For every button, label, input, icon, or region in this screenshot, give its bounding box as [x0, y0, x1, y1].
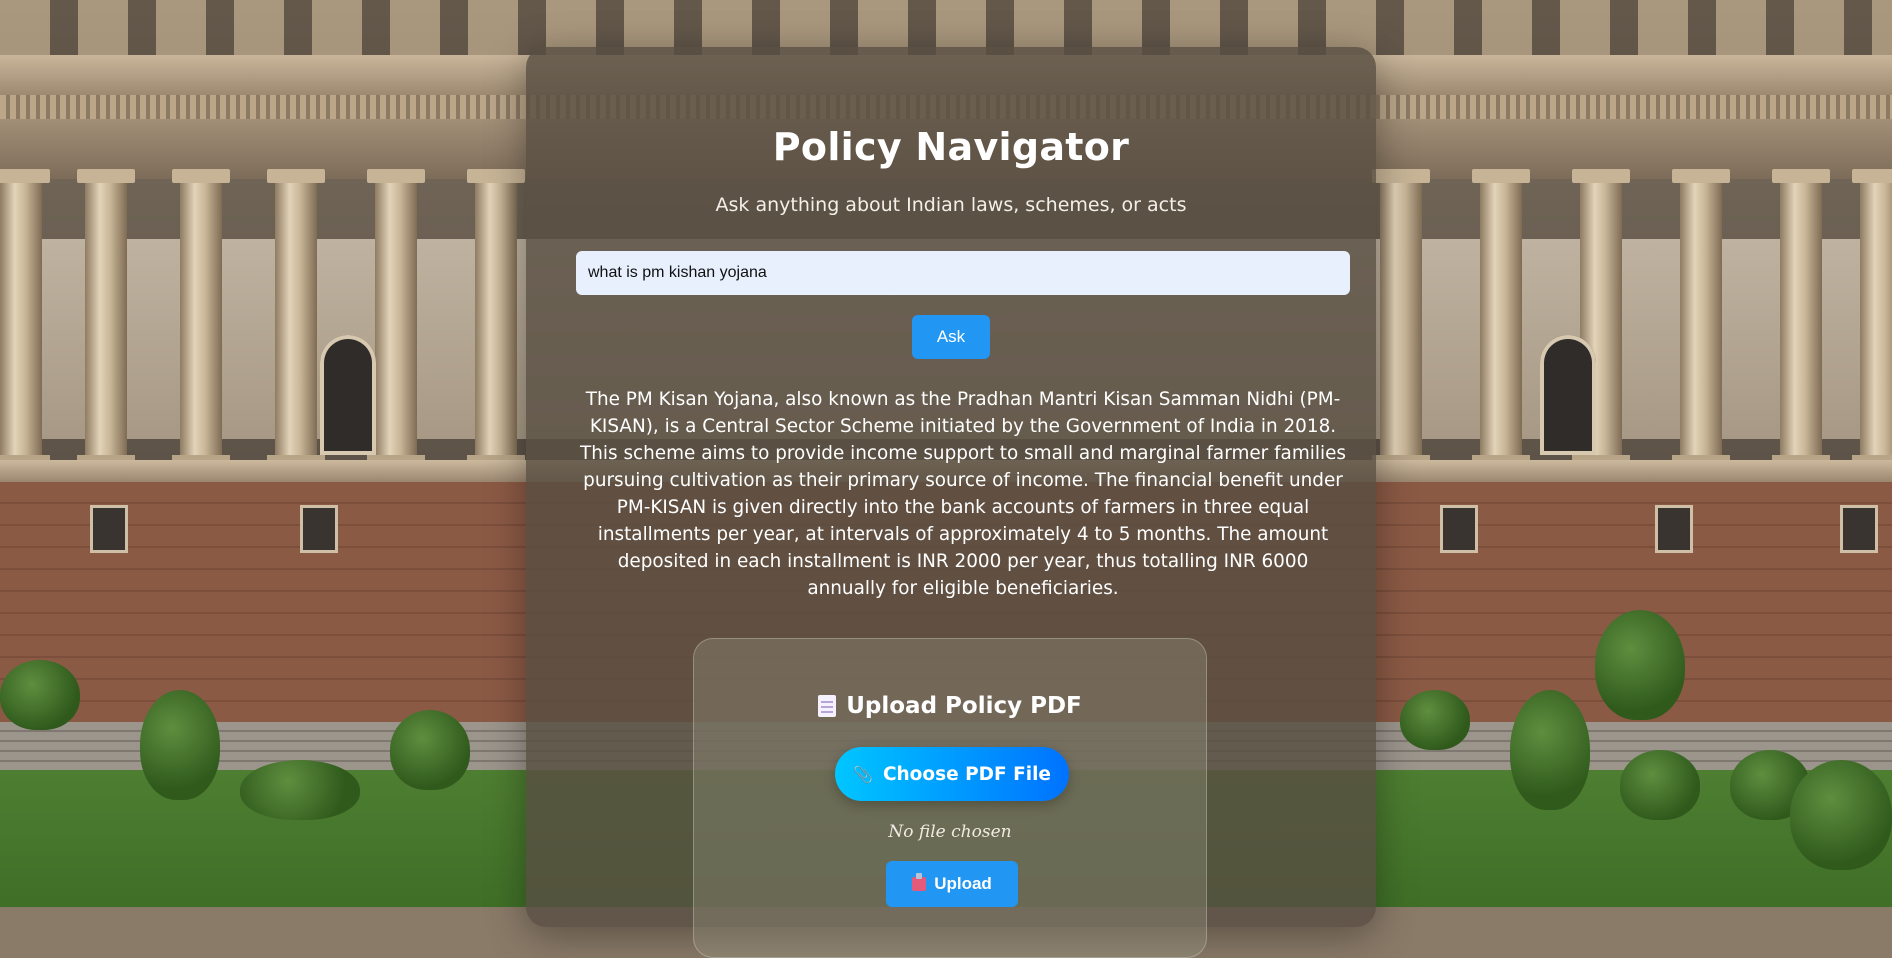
file-status-text: No file chosen — [888, 822, 1012, 842]
paperclip-icon: 📎 — [853, 764, 873, 784]
main-panel: Policy Navigator Ask anything about Indi… — [526, 47, 1376, 958]
question-input[interactable] — [576, 251, 1350, 295]
choose-pdf-button[interactable]: 📎 Choose PDF File — [835, 747, 1069, 801]
inbox-tray-icon — [912, 873, 927, 891]
upload-button-label: Upload — [934, 874, 992, 893]
ask-button[interactable]: Ask — [912, 315, 990, 359]
upload-button[interactable]: Upload — [886, 861, 1018, 907]
page-title: Policy Navigator — [772, 125, 1130, 169]
upload-title: Upload Policy PDF — [694, 693, 1206, 719]
choose-pdf-label: Choose PDF File — [882, 763, 1051, 785]
upload-card: Upload Policy PDF 📎 Choose PDF File No f… — [693, 638, 1207, 958]
upload-title-label: Upload Policy PDF — [846, 693, 1082, 719]
document-icon — [818, 695, 837, 717]
answer-text: The PM Kisan Yojana, also known as the P… — [580, 389, 1346, 599]
page-subtitle: Ask anything about Indian laws, schemes,… — [715, 194, 1187, 216]
